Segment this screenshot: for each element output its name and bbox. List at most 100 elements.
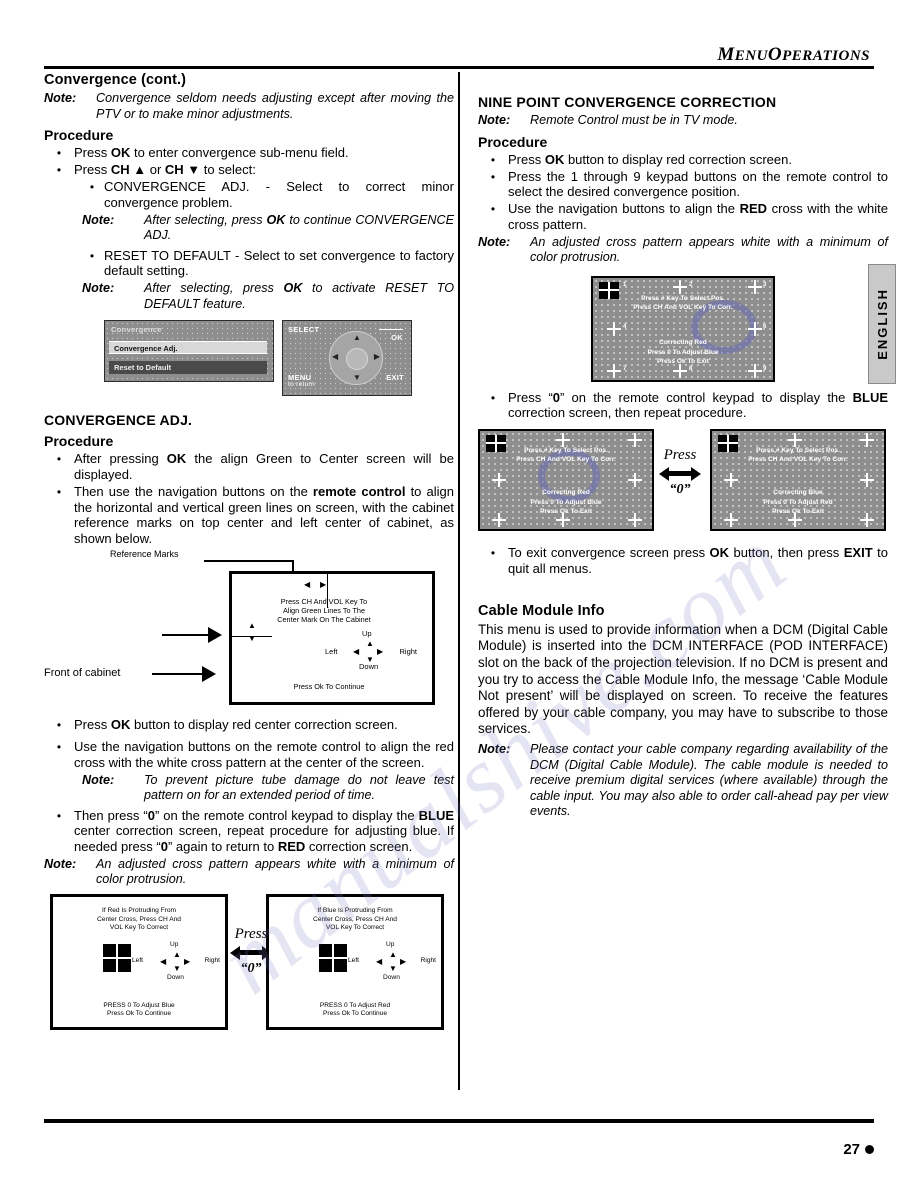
list-item: • After pressing OK the align Green to C…	[44, 451, 454, 483]
convergence-cross-6	[628, 473, 642, 488]
screen-bottom-text: PRESS 0 To Adjust Red Press Ok To Contin…	[277, 1002, 433, 1019]
dpad-legend: Up Down Left Right ▲ ▼ ◀ ▶	[348, 940, 436, 981]
page-header-title: MENUOPERATIONS	[717, 44, 870, 65]
position-number-4: 4	[623, 323, 627, 330]
nine-point-blue-screen-pair: Press # Key To Select Pos. Press CH And …	[710, 429, 886, 532]
bullet-dot-icon: •	[490, 546, 496, 561]
nine-point-pair-figure: Press # Key To Select Pos. Press CH And …	[478, 429, 888, 541]
arrow-left-icon: ◀	[376, 956, 383, 966]
right-column: NINE POINT CONVERGENCE CORRECTION Note: …	[478, 72, 888, 824]
procedure-bullet-exit: • To exit convergence screen press OK bu…	[478, 545, 888, 577]
dpad-label-left: Left	[132, 956, 143, 964]
procedure-bullet-list-2: • RESET TO DEFAULT - Select to set conve…	[44, 248, 454, 280]
note-label: Note:	[82, 772, 115, 787]
arrow-down-icon: ▼	[366, 654, 374, 664]
cabinet-alignment-figure: Reference Marks Front of cabinet ◀ ▶ ▲ ▼…	[44, 549, 454, 711]
text-line-3: VOL Key To Correct	[325, 924, 385, 932]
note-after-selecting-reset: Note: After selecting, press OK to activ…	[82, 281, 454, 312]
procedure-bullet-list: • Press OK button to display red correct…	[478, 152, 888, 233]
arrow-down-icon: ▼	[389, 963, 397, 973]
text-line-2: Press Ok To Continue	[322, 1010, 387, 1018]
bullet-dot-icon: •	[56, 739, 62, 754]
screen-bottom-text: PRESS 0 To Adjust Blue Press Ok To Conti…	[61, 1002, 217, 1019]
list-item: • Press “0” on the remote control keypad…	[478, 390, 888, 422]
arrow-right-icon: ▶	[377, 646, 384, 656]
convergence-cross-2	[788, 433, 802, 448]
list-item-text: Press OK button to display red correctio…	[508, 151, 792, 167]
section-heading-nine-point: NINE POINT CONVERGENCE CORRECTION	[478, 94, 777, 110]
note-label: Note:	[44, 856, 77, 871]
screen-line-5: Press Ok To Exit	[772, 508, 824, 516]
list-item: • Press OK button to display red correct…	[478, 152, 888, 168]
bullet-dot-icon: •	[56, 163, 62, 177]
note-text: An adjusted cross pattern appears white …	[530, 234, 888, 265]
list-item-text: CONVERGENCE ADJ. - Select to correct min…	[104, 179, 454, 210]
list-item-text: Press OK to enter convergence sub-menu f…	[74, 145, 349, 160]
list-item: • Press OK to enter convergence sub-menu…	[44, 145, 454, 161]
screen-line-2: Press CH And VOL Key To Corr.	[748, 456, 848, 464]
list-item-text: Press OK button to display red center co…	[74, 716, 398, 732]
nav-connector-line	[379, 329, 403, 331]
instruction-line-2: Align Green Lines To The	[282, 606, 366, 616]
nav-arrow-right-icon: ▶	[373, 352, 380, 362]
osd-menu-title: Convergence	[111, 325, 162, 335]
list-item: • Press the 1 through 9 keypad buttons o…	[478, 169, 888, 201]
position-number-7: 7	[623, 365, 627, 372]
osd-item-convergence-adj[interactable]: Convergence Adj.	[109, 341, 267, 355]
convergence-cross-2	[556, 433, 570, 448]
note-label: Note:	[478, 742, 511, 757]
text-line-1: If Blue Is Protruding From	[317, 906, 393, 914]
page-number: 27	[843, 1141, 874, 1158]
osd-convergence-menu: Convergence Convergence Adj. Reset to De…	[104, 320, 274, 383]
dpad-label-up: Up	[362, 628, 372, 638]
bullet-dot-icon: •	[490, 390, 496, 405]
text-line-2: Press Ok To Continue	[106, 1010, 171, 1018]
convergence-cross-6	[748, 321, 762, 336]
screen-line-1: Press # Key To Select Pos.	[524, 447, 608, 455]
nav-arrow-up-icon: ▲	[353, 333, 361, 343]
section-heading-convergence-adj: CONVERGENCE ADJ.	[44, 412, 193, 429]
screen-line-3: Correcting Red	[542, 489, 590, 497]
position-number-9: 9	[763, 365, 767, 372]
page-number-dot-icon	[865, 1145, 874, 1154]
note-prevent-tube-damage: Note: To prevent picture tube damage do …	[82, 773, 454, 804]
press-label: Press	[663, 447, 697, 464]
arrow-left-icon: ◀	[304, 579, 311, 589]
red-blue-correction-figure: If Red Is Protruding From Center Cross, …	[44, 893, 454, 1042]
convergence-cross-3	[860, 433, 874, 448]
convergence-cross-2	[673, 279, 687, 294]
osd-item-reset-to-default[interactable]: Reset to Default	[109, 361, 267, 375]
note-text: After selecting, press OK to activate RE…	[144, 281, 454, 311]
cross-pattern-icon	[103, 943, 131, 972]
nav-arrow-down-icon: ▼	[353, 373, 361, 383]
dpad-label-up: Up	[386, 940, 395, 948]
note-label: Note:	[478, 234, 511, 249]
arrow-right-icon: ▶	[184, 956, 191, 966]
position-number-6: 6	[763, 323, 767, 330]
note-label: Note:	[478, 113, 511, 127]
note-label: Note:	[82, 212, 115, 227]
procedure-heading-2: Procedure	[44, 433, 114, 450]
note-label: Note:	[82, 281, 115, 296]
screen-top-text: If Blue Is Protruding From Center Cross,…	[277, 907, 433, 933]
leader-line	[152, 672, 204, 675]
note-adjusted-cross-pattern: Note: An adjusted cross pattern appears …	[478, 235, 888, 266]
note-remote-tv-mode: Note: Remote Control must be in TV mode.	[478, 113, 888, 129]
screen-line-2: Press CH And VOL Key To Corr.	[633, 303, 733, 311]
dpad-label-left: Left	[348, 956, 359, 964]
dpad-label-right: Right	[204, 956, 220, 964]
screen-line-5: Press Ok To Exit	[657, 357, 709, 365]
column-divider	[458, 72, 460, 1090]
text-line-2: Center Cross, Press CH And	[97, 915, 181, 923]
list-item-text: Press the 1 through 9 keypad buttons on …	[508, 168, 888, 200]
convergence-cross-6	[860, 473, 874, 488]
note-text: Convergence seldom needs adjusting excep…	[96, 91, 454, 121]
bullet-dot-icon: •	[89, 180, 95, 194]
manual-page: manualshive.com MENUOPERATIONS ENGLISH C…	[0, 0, 918, 1188]
nav-arrow-left-icon: ◀	[332, 352, 339, 362]
arrow-up-icon: ▲	[366, 638, 374, 648]
list-item: • Press CH ▲ or CH ▼ to select:	[44, 162, 454, 178]
screen-line-3: Correcting Red	[659, 338, 707, 346]
list-item: • Then press “0” on the remote control k…	[44, 808, 454, 855]
dpad-label-down: Down	[167, 973, 184, 981]
